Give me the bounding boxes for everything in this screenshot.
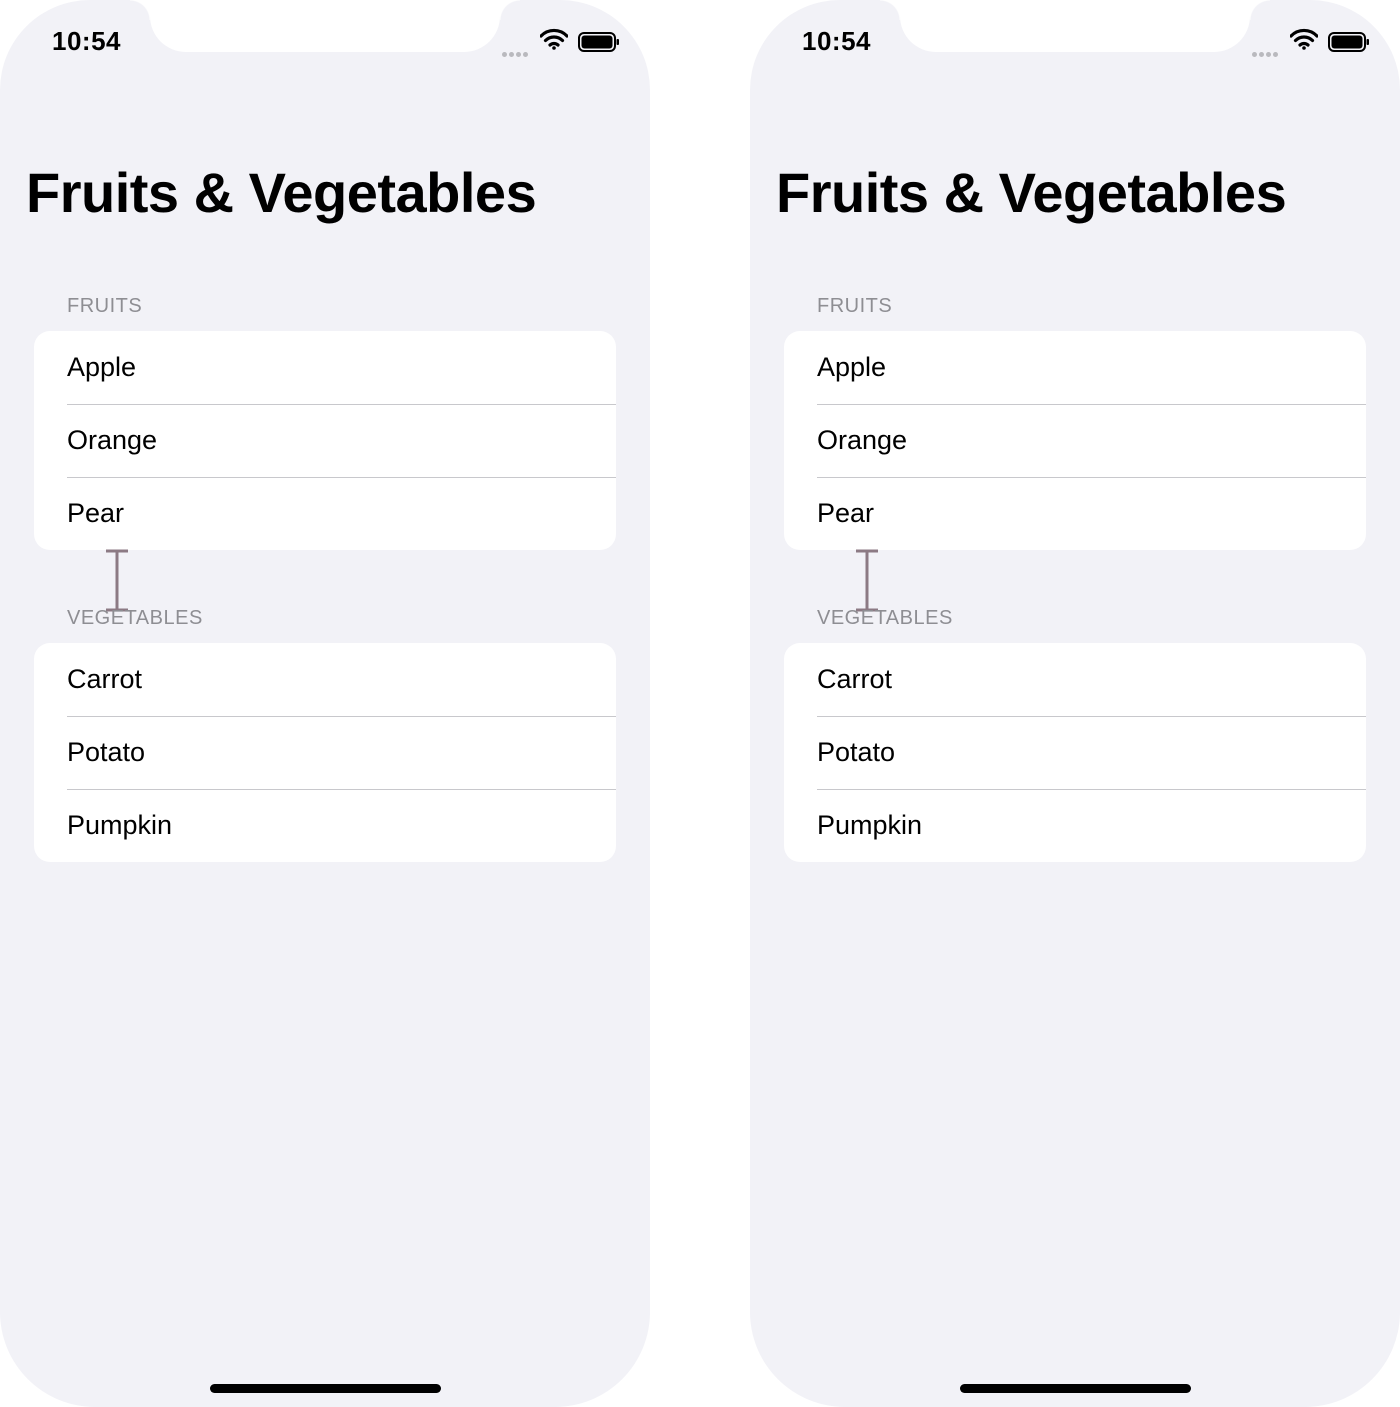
list-item-pear[interactable]: Pear: [784, 477, 1366, 550]
list-item-apple[interactable]: Apple: [34, 331, 616, 404]
fruits-list: Apple Orange Pear: [784, 331, 1366, 550]
list-item-pumpkin[interactable]: Pumpkin: [784, 789, 1366, 862]
battery-icon: [1328, 32, 1369, 52]
list-item-carrot[interactable]: Carrot: [784, 643, 1366, 716]
section-header-vegetables: VEGETABLES: [67, 607, 203, 629]
spacing-marker-icon: [856, 549, 878, 612]
status-time: 10:54: [802, 26, 871, 56]
wifi-icon: [1290, 28, 1318, 50]
status-icons: [502, 28, 622, 57]
wifi-icon: [540, 28, 568, 50]
list-item-carrot[interactable]: Carrot: [34, 643, 616, 716]
list-item-pear[interactable]: Pear: [34, 477, 616, 550]
section-header-vegetables: VEGETABLES: [817, 607, 953, 629]
vegetables-list: Carrot Potato Pumpkin: [34, 643, 616, 862]
section-header-fruits: FRUITS: [67, 295, 143, 317]
list-item-orange[interactable]: Orange: [784, 404, 1366, 477]
list-item-potato[interactable]: Potato: [34, 716, 616, 789]
list-item-pumpkin[interactable]: Pumpkin: [34, 789, 616, 862]
signal-dots-icon: [1252, 44, 1280, 62]
status-time: 10:54: [52, 26, 121, 56]
fruits-list: Apple Orange Pear: [34, 331, 616, 550]
vegetables-list: Carrot Potato Pumpkin: [784, 643, 1366, 862]
spacing-marker-icon: [106, 549, 128, 612]
notch: [880, 0, 1270, 52]
section-header-fruits: FRUITS: [817, 295, 893, 317]
list-item-apple[interactable]: Apple: [784, 331, 1366, 404]
page-title: Fruits & Vegetables: [776, 161, 1287, 224]
signal-dots-icon: [502, 44, 530, 62]
notch: [130, 0, 520, 52]
list-item-orange[interactable]: Orange: [34, 404, 616, 477]
status-icons: [1252, 28, 1372, 57]
battery-icon: [578, 32, 619, 52]
list-item-potato[interactable]: Potato: [784, 716, 1366, 789]
page-title: Fruits & Vegetables: [26, 161, 537, 224]
home-indicator[interactable]: [210, 1384, 441, 1393]
phone-screen-right: 10:54 Fruits & Vegetables FRUITS Apple O…: [750, 0, 1400, 1407]
home-indicator[interactable]: [960, 1384, 1191, 1393]
phone-screen-left: 10:54 Fruits & Vegetables FRUITS Apple O…: [0, 0, 650, 1407]
